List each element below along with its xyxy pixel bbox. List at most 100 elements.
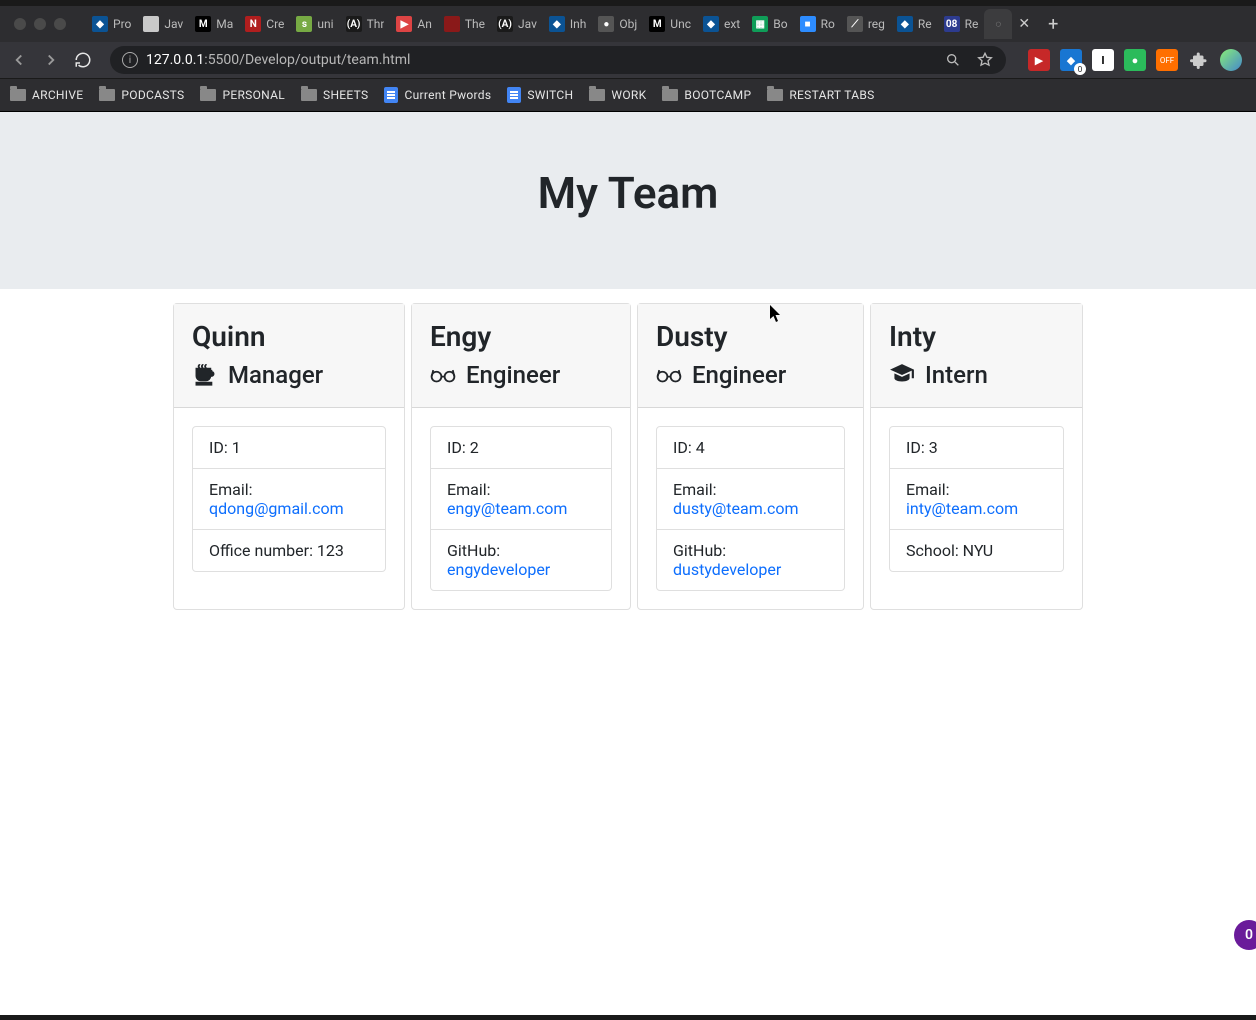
tab-strip: ◆ProJavMMaNCresuni(A)Thr▶AnThe(A)Jav◆Inh… <box>0 6 1256 42</box>
team-card: EngyEngineerID: 2Email: engy@team.comGit… <box>411 303 631 610</box>
search-icon[interactable] <box>944 51 962 69</box>
doc-icon <box>384 87 398 103</box>
ext-icon-3[interactable]: I <box>1092 49 1114 71</box>
role-label: Intern <box>925 361 988 389</box>
bookmark[interactable]: RESTART TABS <box>767 88 874 102</box>
tab-active[interactable]: ◌ <box>984 9 1012 39</box>
tab[interactable]: ▦Bo <box>746 9 793 39</box>
member-name: Quinn <box>192 320 386 353</box>
tab[interactable]: The <box>438 9 491 39</box>
spinner-icon: ◌ <box>990 16 1006 32</box>
ext-icon-5[interactable]: OFF <box>1156 49 1178 71</box>
tab-label: Jav <box>164 17 183 31</box>
glasses-icon <box>430 362 456 388</box>
card-body: ID: 4Email: dusty@team.comGitHub: dustyd… <box>638 408 863 609</box>
glasses-icon <box>656 362 682 388</box>
bookmark[interactable]: WORK <box>589 88 646 102</box>
tab[interactable]: ⟋reg <box>841 9 891 39</box>
favicon-icon: ● <box>598 16 614 32</box>
tab[interactable]: ◆ext <box>697 9 746 39</box>
email-link[interactable]: dusty@team.com <box>673 499 798 518</box>
bookmark[interactable]: BOOTCAMP <box>662 88 751 102</box>
team-card: QuinnManagerID: 1Email: qdong@gmail.comO… <box>173 303 405 610</box>
email-link[interactable]: qdong@gmail.com <box>209 499 344 518</box>
jumbotron: My Team <box>0 112 1256 289</box>
extra-link[interactable]: engydeveloper <box>447 560 550 579</box>
close-tab-button[interactable]: ✕ <box>1012 16 1036 32</box>
bookmark-label: ARCHIVE <box>32 88 83 102</box>
ext-icon-1[interactable]: ▶ <box>1028 49 1050 71</box>
favicon-icon: s <box>296 16 312 32</box>
star-icon[interactable] <box>976 51 994 69</box>
tab-label: Thr <box>367 17 385 31</box>
extensions-menu-icon[interactable] <box>1188 49 1210 71</box>
favicon-icon: ◆ <box>703 16 719 32</box>
tab-label: Re <box>918 17 932 31</box>
floating-badge[interactable]: 0 <box>1234 920 1256 950</box>
tab[interactable]: ■ Ro <box>794 9 841 39</box>
reload-button[interactable] <box>72 49 94 71</box>
tab[interactable]: 08Re <box>938 9 985 39</box>
forward-button[interactable] <box>40 49 62 71</box>
bookmark[interactable]: PODCASTS <box>99 88 184 102</box>
tab-label: Inh <box>570 17 587 31</box>
folder-icon <box>10 89 26 101</box>
bookmark[interactable]: PERSONAL <box>200 88 285 102</box>
tab[interactable]: (A)Thr <box>340 9 391 39</box>
email-link[interactable]: engy@team.com <box>447 499 567 518</box>
url-text: 127.0.0.1:5500/Develop/output/team.html <box>146 52 410 68</box>
member-id: ID: 2 <box>431 427 611 469</box>
tab[interactable]: suni <box>290 9 339 39</box>
member-role: Intern <box>889 361 1064 389</box>
tab[interactable]: Jav <box>137 9 189 39</box>
ext-icon-2[interactable]: ◆0 <box>1060 49 1082 71</box>
tab[interactable]: MMa <box>189 9 239 39</box>
extra-link[interactable]: dustydeveloper <box>673 560 781 579</box>
tab-label: Ro <box>821 17 835 31</box>
member-name: Engy <box>430 320 612 353</box>
favicon-icon: ⟋ <box>847 16 863 32</box>
member-email: Email: inty@team.com <box>890 469 1063 530</box>
bookmark-label: WORK <box>611 88 646 102</box>
email-link[interactable]: inty@team.com <box>906 499 1018 518</box>
list-group: ID: 3Email: inty@team.comSchool: NYU <box>889 426 1064 572</box>
member-role: Manager <box>192 361 386 389</box>
minimize-window[interactable] <box>34 18 46 30</box>
address-bar[interactable]: i 127.0.0.1:5500/Develop/output/team.htm… <box>110 46 1006 74</box>
ext-icon-4[interactable]: ● <box>1124 49 1146 71</box>
tab[interactable]: ▶An <box>390 9 437 39</box>
bookmark-label: Current Pwords <box>404 88 491 102</box>
bookmark[interactable]: SHEETS <box>301 88 368 102</box>
tab-label: Cre <box>266 17 284 31</box>
extra-value: 123 <box>317 541 344 560</box>
tab[interactable]: ● Obj <box>592 9 643 39</box>
bookmark[interactable]: Current Pwords <box>384 87 491 103</box>
extra-value: NYU <box>963 541 993 560</box>
role-label: Engineer <box>466 361 560 389</box>
tab[interactable]: MUnc <box>643 9 697 39</box>
profile-avatar[interactable] <box>1220 49 1242 71</box>
new-tab-button[interactable]: + <box>1036 14 1070 35</box>
member-extra: School: NYU <box>890 530 1063 571</box>
bookmark[interactable]: ARCHIVE <box>10 88 83 102</box>
tab[interactable]: NCre <box>239 9 290 39</box>
member-extra: GitHub: dustydeveloper <box>657 530 844 590</box>
tab[interactable]: (A)Jav <box>491 9 543 39</box>
member-name: Dusty <box>656 320 845 353</box>
bookmark[interactable]: SWITCH <box>507 87 573 103</box>
tab-label: Obj <box>619 17 637 31</box>
bookmark-label: PERSONAL <box>222 88 285 102</box>
close-window[interactable] <box>14 18 26 30</box>
tab[interactable]: ◆Inh <box>543 9 593 39</box>
folder-icon <box>301 89 317 101</box>
tab[interactable]: ◆Re <box>891 9 938 39</box>
maximize-window[interactable] <box>54 18 66 30</box>
back-button[interactable] <box>8 49 30 71</box>
card-header: Engy Engineer <box>412 304 630 408</box>
tab[interactable]: ◆Pro <box>86 9 137 39</box>
favicon-icon: ■ <box>800 16 816 32</box>
bookmark-label: RESTART TABS <box>789 88 874 102</box>
card-header: Quinn Manager <box>174 304 404 408</box>
site-info-icon[interactable]: i <box>122 52 138 68</box>
favicon-icon: M <box>649 16 665 32</box>
